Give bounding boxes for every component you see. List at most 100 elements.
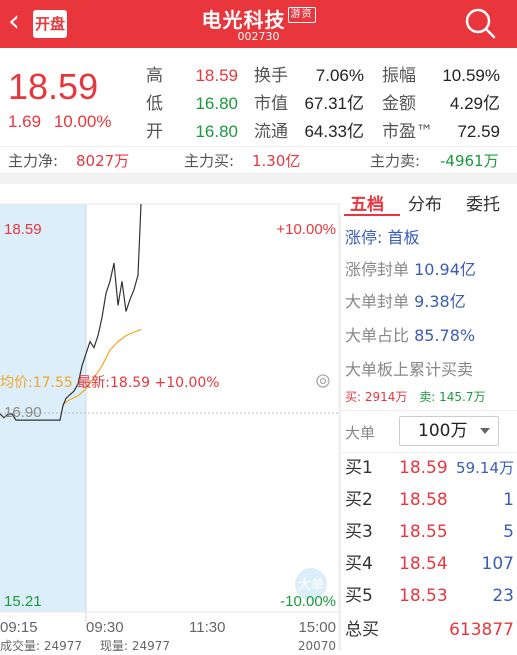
chart-canvas: 大单 18.59 16.90 15.21 +10.00% -10.00% 09:… xyxy=(0,203,340,653)
bid-level-row: 买2 18.58 1 xyxy=(341,484,517,516)
section-divider xyxy=(0,174,517,184)
orderbook-tabs: 五档 分布 委托 xyxy=(340,184,517,216)
total-bid-value: 613877 xyxy=(449,620,514,640)
filter-label: 大单 xyxy=(345,424,376,442)
main-sell-label: 主力卖: xyxy=(370,152,421,170)
sell-value: 145.7万 xyxy=(439,390,486,404)
chevron-down-icon xyxy=(480,428,490,434)
bid-level-price: 18.55 xyxy=(399,522,448,542)
pct-tick-bottom: -10.00% xyxy=(280,593,336,610)
bid-level-label: 买1 xyxy=(345,458,373,478)
big-order-badge-label: 大单 xyxy=(298,578,324,593)
big-ratio-value: 85.78% xyxy=(414,326,476,345)
big-seal-row: 大单封单 9.38亿 xyxy=(345,288,466,312)
big-cumulative-label: 大单板上累计买卖 xyxy=(345,360,474,379)
main-sell-value: -4961万 xyxy=(440,152,499,170)
limit-status: 涨停: 首板 xyxy=(345,224,420,248)
bid-level-volume: 23 xyxy=(492,586,514,606)
stat-value: 18.59 xyxy=(195,66,238,85)
bid-level-row: 买3 18.55 5 xyxy=(341,516,517,548)
bid-level-row: 买5 18.53 23 xyxy=(341,580,517,612)
bid-level-price: 18.59 xyxy=(399,458,448,478)
time-tick: 09:30 xyxy=(86,619,124,636)
youzi-tag[interactable]: 游资 xyxy=(287,7,316,23)
threshold-value: 100万 xyxy=(418,421,468,441)
change-percent: 10.00% xyxy=(53,112,112,131)
bid-level-volume: 59.14万 xyxy=(456,459,514,477)
stock-title: 电光科技 游资 xyxy=(0,4,517,33)
y-tick-mid: 16.90 xyxy=(4,404,42,421)
stat-label: 低 xyxy=(146,94,163,114)
main-net-value: 8027万 xyxy=(76,152,130,170)
big-ratio-label: 大单占比 xyxy=(345,326,410,345)
stat-value: 4.29亿 xyxy=(449,94,500,113)
bid-level-volume: 1 xyxy=(503,490,514,510)
stats-row: 开 16.80 流通 64.33亿 市盈™ 72.59 xyxy=(146,118,506,146)
change-amount: 1.69 xyxy=(8,112,42,131)
quote-panel: 18.59 1.69 10.00% 高 18.59 换手 7.06% 振幅 10… xyxy=(0,48,517,146)
limit-label: 涨停: xyxy=(345,228,383,247)
stat-label: 换手 xyxy=(254,66,288,86)
avg-price-label: 均价:17.55 xyxy=(0,375,73,391)
buy-sell-summary: 买: 2914万 卖: 145.7万 xyxy=(345,388,485,405)
volume-label: 成交量: 24977 xyxy=(0,638,82,651)
seal-order-row: 涨停封单 10.94亿 xyxy=(345,256,476,280)
bid-level-volume: 107 xyxy=(481,554,514,574)
stat-label: 市值 xyxy=(254,94,288,114)
big-seal-label: 大单封单 xyxy=(345,292,410,311)
latest-pct-label: +10.00% xyxy=(154,375,220,391)
main-buy-label: 主力买: xyxy=(184,152,235,170)
main-buy-value: 1.30亿 xyxy=(252,152,301,170)
search-icon[interactable] xyxy=(463,6,497,40)
main-net-label: 主力净: xyxy=(8,152,59,170)
tab-five-levels[interactable]: 五档 xyxy=(350,190,384,215)
total-bid-row: 总买 613877 xyxy=(341,614,517,646)
bid-level-row: 买4 18.54 107 xyxy=(341,548,517,580)
intraday-chart[interactable]: 大单 18.59 16.90 15.21 +10.00% -10.00% 09:… xyxy=(0,184,340,653)
tab-distribution[interactable]: 分布 xyxy=(408,190,442,215)
current-volume-label: 现量: 24977 xyxy=(100,639,170,651)
stock-code: 002730 xyxy=(237,30,280,43)
bid-level-volume: 5 xyxy=(503,522,514,542)
stat-value: 7.06% xyxy=(315,66,364,85)
time-tick: 09:15 xyxy=(0,619,38,636)
header-bar: ‹ 开盘 电光科技 游资 002730 xyxy=(0,0,517,48)
price-change: 1.69 10.00% xyxy=(8,112,112,132)
y-tick-bottom: 15.21 xyxy=(4,593,42,610)
bid-level-row: 买1 18.59 59.14万 xyxy=(341,452,517,484)
stat-label: 开 xyxy=(146,122,163,142)
y-tick-top: 18.59 xyxy=(4,221,42,238)
latest-price-label: 最新:18.59 xyxy=(77,375,151,391)
seal-label: 涨停封单 xyxy=(345,260,410,279)
stats-row: 高 18.59 换手 7.06% 振幅 10.59% xyxy=(146,62,506,90)
big-ratio-row: 大单占比 85.78% xyxy=(345,322,475,346)
pct-tick-top: +10.00% xyxy=(276,221,336,238)
eye-icon[interactable] xyxy=(314,374,332,388)
stat-label: 振幅 xyxy=(382,66,416,86)
limit-value: 首板 xyxy=(387,228,420,247)
big-order-threshold-select[interactable]: 100万 xyxy=(399,416,499,446)
seal-value: 10.94亿 xyxy=(414,260,476,279)
orderbook-panel: 涨停: 首板 涨停封单 10.94亿 大单封单 9.38亿 大单占比 85.78… xyxy=(340,216,517,651)
stats-grid: 高 18.59 换手 7.06% 振幅 10.59% 低 16.80 市值 67… xyxy=(146,62,506,146)
volume-axis-max: 20070 xyxy=(298,639,336,651)
bid-level-price: 18.54 xyxy=(399,554,448,574)
stats-row: 低 16.80 市值 67.31亿 金额 4.29亿 xyxy=(146,90,506,118)
bid-level-price: 18.53 xyxy=(399,586,448,606)
stat-label: 高 xyxy=(146,66,163,86)
stat-value: 67.31亿 xyxy=(304,94,364,113)
sell-label: 卖: xyxy=(419,390,436,404)
stat-label: 流通 xyxy=(254,122,288,142)
bid-level-label: 买3 xyxy=(345,522,373,542)
tab-orders[interactable]: 委托 xyxy=(466,190,500,215)
big-seal-value: 9.38亿 xyxy=(414,292,466,311)
chart-info-line: 均价:17.55 最新:18.59 +10.00% xyxy=(0,372,220,392)
stat-value: 64.33亿 xyxy=(304,122,364,141)
time-tick: 15:00 xyxy=(298,619,336,636)
stat-value: 10.59% xyxy=(442,66,500,85)
fund-flow-bar[interactable]: 主力净: 8027万 主力买: 1.30亿 主力卖: -4961万 xyxy=(0,146,517,174)
bid-level-label: 买4 xyxy=(345,554,373,574)
bid-level-label: 买2 xyxy=(345,490,373,510)
total-bid-label: 总买 xyxy=(345,620,379,640)
stock-name: 电光科技 xyxy=(201,8,286,32)
